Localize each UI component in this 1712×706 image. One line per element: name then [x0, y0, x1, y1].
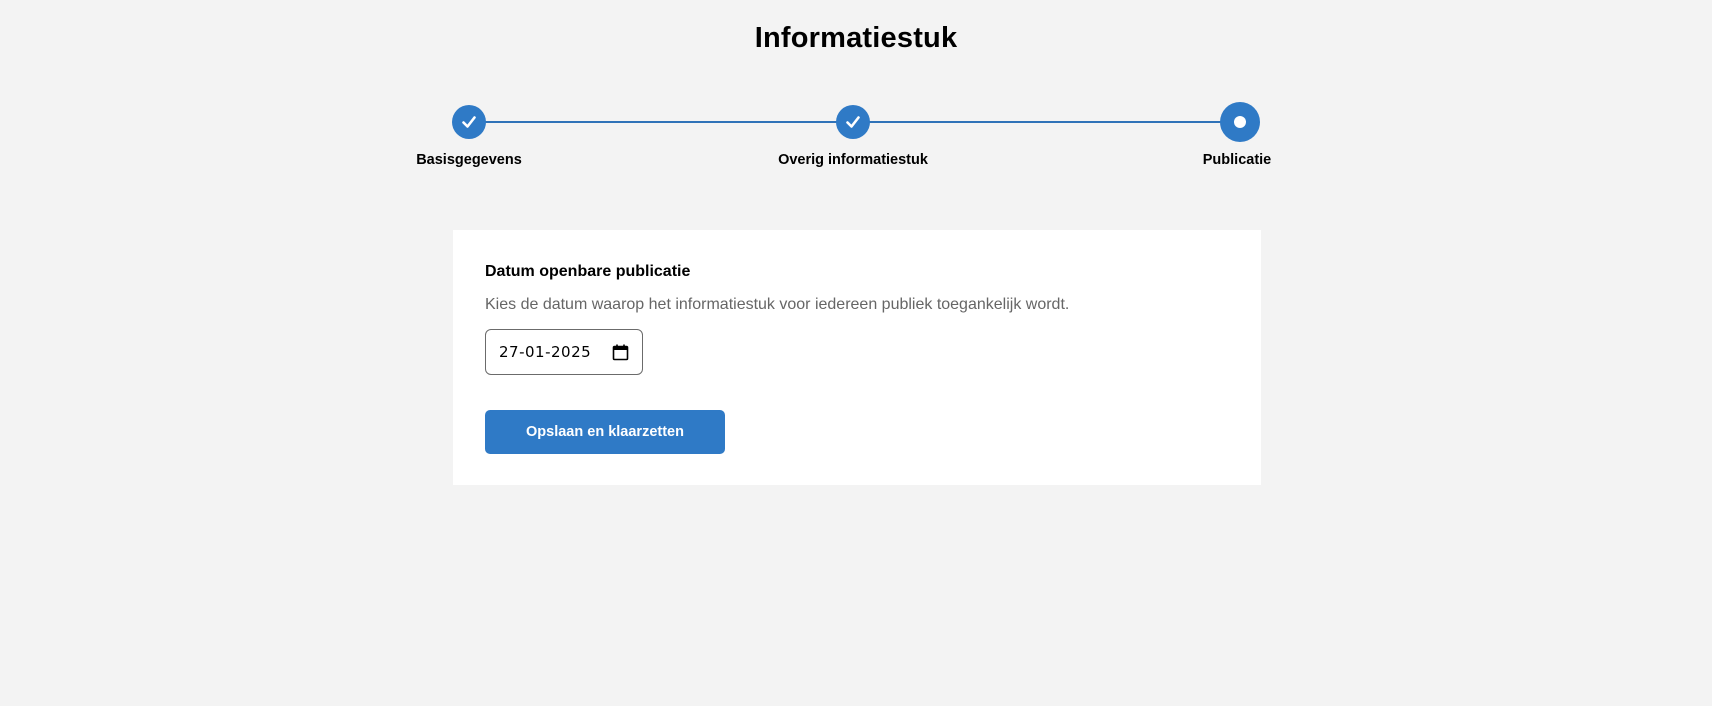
step-circle-publicatie: [1220, 102, 1260, 142]
dot-icon: [1234, 116, 1246, 128]
calendar-icon[interactable]: [612, 344, 629, 361]
step-circle-basisgegevens[interactable]: [452, 105, 486, 139]
publication-form-card: Datum openbare publicatie Kies de datum …: [453, 230, 1261, 485]
publication-date-label: Datum openbare publicatie: [485, 263, 691, 280]
stepper-connector: [853, 121, 1237, 123]
progress-stepper: Basisgegevens Overig informatiestuk Publ…: [0, 0, 1712, 190]
date-value[interactable]: 27-01-2025: [499, 343, 591, 361]
step-label-publicatie: Publicatie: [1202, 152, 1272, 168]
check-icon: [846, 116, 860, 128]
step-circle-overig-informatiestuk[interactable]: [836, 105, 870, 139]
publication-date-hint: Kies de datum waarop het informatiestuk …: [485, 296, 1070, 313]
publication-date-input[interactable]: 27-01-2025: [485, 329, 643, 375]
check-icon: [462, 116, 476, 128]
save-and-prepare-button[interactable]: Opslaan en klaarzetten: [485, 410, 725, 454]
stepper-connector: [470, 121, 852, 123]
step-label-basisgegevens[interactable]: Basisgegevens: [339, 152, 599, 168]
step-label-overig-informatiestuk[interactable]: Overig informatiestuk: [723, 152, 983, 168]
